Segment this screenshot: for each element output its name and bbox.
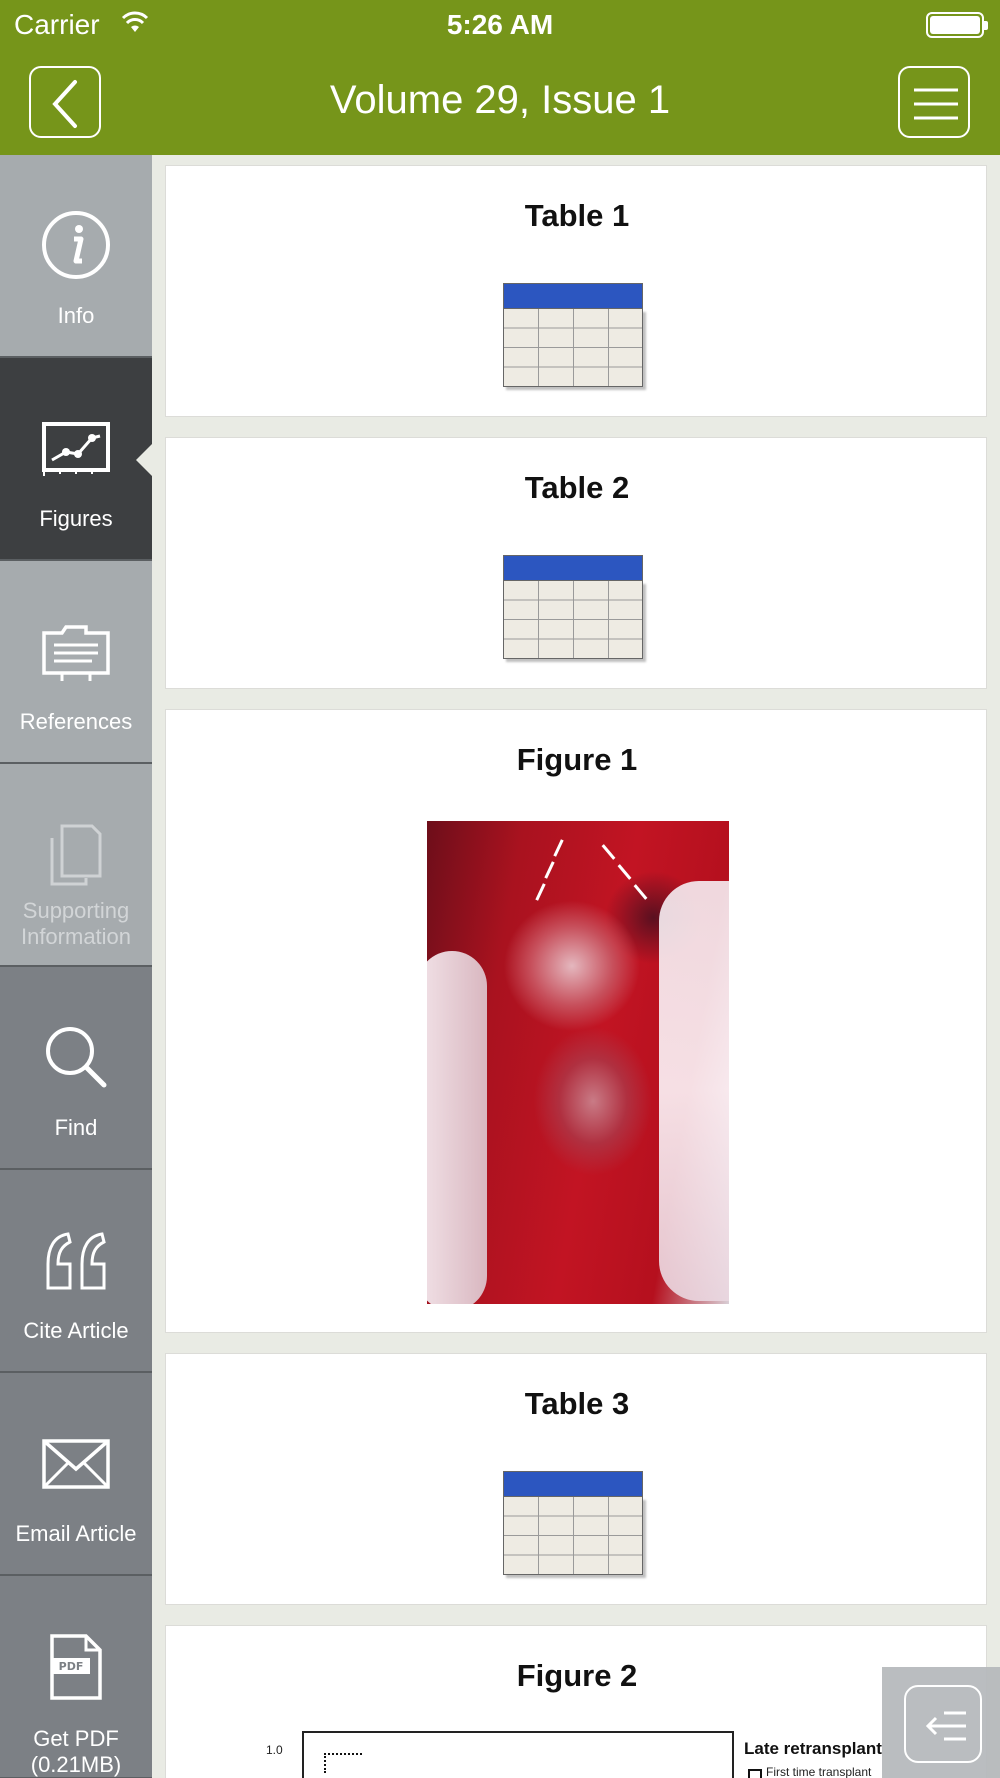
collapse-menu-icon — [925, 1711, 966, 1741]
sidebar-item-label: Supporting Information — [20, 898, 132, 949]
table-thumbnail-icon[interactable] — [503, 1471, 643, 1575]
chart-icon — [42, 422, 110, 476]
page-title: Volume 29, Issue 1 — [329, 78, 671, 122]
top-bar: Carrier 5:26 AM Volume 29, Issue 1 — [0, 0, 1000, 155]
sidebar-item-references[interactable]: References — [0, 561, 152, 764]
status-bar: Carrier 5:26 AM — [0, 0, 1000, 50]
envelope-icon — [42, 1439, 110, 1489]
hamburger-icon — [914, 88, 958, 120]
table-thumbnail-icon[interactable] — [503, 283, 643, 387]
sidebar-item-label: Figures — [39, 506, 113, 531]
table-thumbnail-icon[interactable] — [503, 555, 643, 659]
sidebar-item-get-pdf[interactable]: PDF Get PDF (0.21MB) — [0, 1576, 152, 1778]
card-title: Figure 2 — [516, 1658, 638, 1693]
sidebar-item-label: Email Article — [15, 1521, 137, 1546]
floating-panel — [882, 1667, 1000, 1778]
sidebar-item-info[interactable]: Info — [0, 155, 152, 358]
battery-icon — [926, 12, 988, 38]
sidebar-item-label: Info — [57, 303, 95, 328]
copy-icon — [50, 824, 102, 886]
chart-tick-label: 1.0 — [266, 1743, 283, 1757]
svg-text:PDF: PDF — [59, 1660, 84, 1673]
chart-series-line — [324, 1753, 362, 1773]
figure-thumbnail-chart[interactable]: 1.0 Late retransplant First time transpl… — [266, 1731, 886, 1778]
folder-icon — [42, 625, 110, 681]
sidebar-item-find[interactable]: Find — [0, 967, 152, 1170]
card-title: Figure 1 — [516, 742, 638, 777]
sidebar-item-label: References — [19, 709, 133, 734]
quote-icon — [46, 1232, 106, 1290]
pdf-icon: PDF — [50, 1634, 102, 1700]
figure-card-table-2[interactable]: Table 2 — [165, 437, 987, 689]
card-title: Table 3 — [524, 1386, 630, 1421]
sidebar-item-label: Find — [54, 1115, 98, 1140]
chart-legend-item: First time transplant — [766, 1765, 872, 1778]
sidebar-item-supporting-information: Supporting Information — [0, 764, 152, 967]
figure-card-figure-2[interactable]: Figure 2 1.0 Late retransplant First tim… — [165, 1625, 987, 1778]
sidebar-item-label: Get PDF (0.21MB) — [30, 1726, 122, 1777]
figure-card-table-1[interactable]: Table 1 — [165, 165, 987, 417]
figure-card-figure-1[interactable]: Figure 1 — [165, 709, 987, 1333]
sidebar-item-label: Cite Article — [23, 1318, 129, 1343]
info-icon — [42, 211, 110, 279]
toggle-sidebar-button[interactable] — [904, 1685, 982, 1763]
card-title: Table 2 — [524, 470, 630, 505]
sidebar-item-cite-article[interactable]: Cite Article — [0, 1170, 152, 1373]
menu-button[interactable] — [898, 66, 970, 138]
chart-legend-marker — [748, 1769, 762, 1778]
sidebar-item-email-article[interactable]: Email Article — [0, 1373, 152, 1576]
figures-list: Table 1 Table 2 Figure 1 Table 3 Figure — [152, 155, 1000, 1778]
figure-thumbnail-image[interactable] — [427, 821, 729, 1304]
chart-frame — [302, 1731, 734, 1778]
chart-legend-title: Late retransplant — [744, 1739, 882, 1758]
card-title: Table 1 — [524, 198, 630, 233]
figure-card-table-3[interactable]: Table 3 — [165, 1353, 987, 1605]
search-icon — [46, 1027, 107, 1088]
sidebar-item-figures[interactable]: Figures — [0, 358, 152, 561]
sidebar: Info Figures References Supporting Infor… — [0, 155, 152, 1778]
clock: 5:26 AM — [446, 9, 554, 40]
